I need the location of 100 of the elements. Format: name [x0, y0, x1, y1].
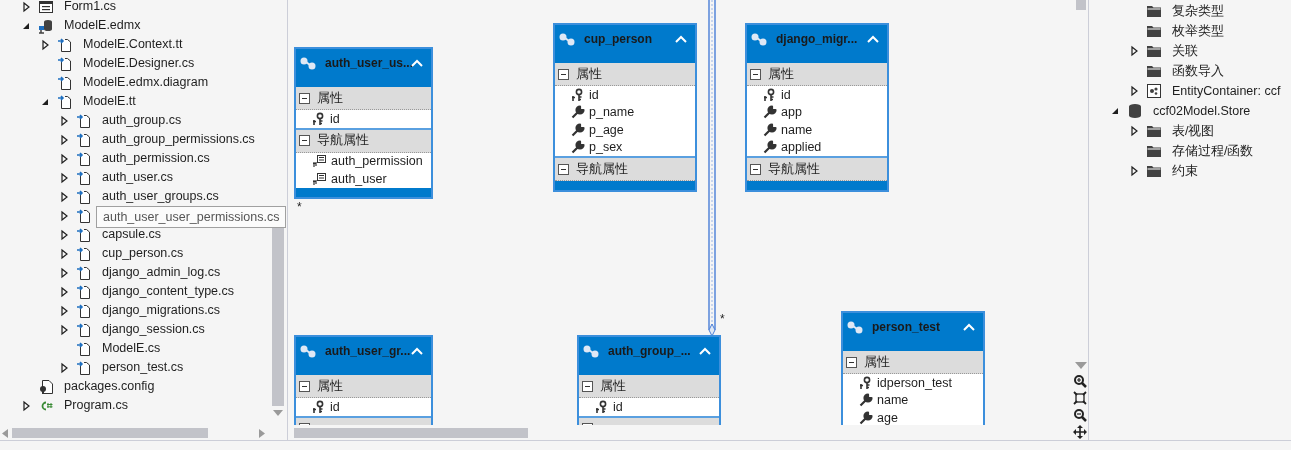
- property-name: id: [330, 399, 340, 414]
- caret-icon[interactable]: [58, 323, 70, 336]
- tree-item[interactable]: 复杂类型: [1172, 1, 1224, 21]
- collapse-icon[interactable]: [299, 92, 310, 104]
- tree-item[interactable]: django_session.cs: [102, 320, 205, 339]
- tree-item[interactable]: EntityContainer: ccf: [1172, 81, 1281, 101]
- tree-item[interactable]: packages.config: [64, 377, 155, 396]
- tree-item[interactable]: Form1.cs: [64, 0, 117, 16]
- section-header: 属性: [576, 65, 602, 83]
- tree-item[interactable]: django_migrations.cs: [102, 301, 221, 320]
- entity-title: auth_group_...: [608, 343, 692, 360]
- wrench-icon: [571, 105, 585, 120]
- caret-icon[interactable]: [58, 114, 70, 127]
- scrollbar-thumb[interactable]: [12, 428, 208, 438]
- caret-icon[interactable]: [1128, 85, 1140, 97]
- chevron-icon[interactable]: [963, 323, 975, 331]
- tree-item[interactable]: auth_permission.cs: [102, 149, 210, 168]
- folder-icon: [1146, 43, 1162, 59]
- caret-icon[interactable]: [58, 361, 70, 374]
- collapse-icon[interactable]: [558, 163, 569, 175]
- chevron-icon[interactable]: [867, 35, 879, 43]
- scroll-down-icon[interactable]: [273, 410, 283, 416]
- entity-box[interactable]: cup_person 属性 id p_name p_age p_sex 导航属性: [553, 23, 697, 192]
- tree-item[interactable]: auth_group.cs: [102, 111, 182, 130]
- caret-icon[interactable]: [20, 0, 32, 13]
- caret-icon[interactable]: [1128, 125, 1140, 137]
- tree-item[interactable]: ModelE.cs: [102, 339, 161, 358]
- chevron-icon[interactable]: [411, 347, 423, 355]
- container-icon: [1146, 83, 1162, 99]
- tree-item[interactable]: auth_group_permissions.cs: [102, 130, 255, 149]
- tree-item[interactable]: ModelE.tt: [83, 92, 136, 111]
- property-name: id: [330, 111, 340, 126]
- chevron-icon[interactable]: [675, 35, 687, 43]
- tree-item[interactable]: 枚举类型: [1172, 21, 1224, 41]
- key-icon: [312, 399, 326, 414]
- database-icon: [38, 17, 54, 34]
- collapse-icon[interactable]: [846, 356, 857, 368]
- scroll-right-icon[interactable]: [259, 429, 265, 438]
- caret-icon[interactable]: [1128, 165, 1140, 177]
- entity-title: auth_user_us...: [325, 55, 411, 72]
- entity-box[interactable]: auth_group_... 属性 id: [577, 335, 721, 425]
- property-name: name: [781, 122, 813, 137]
- tree-item[interactable]: ModelE.edmx.diagram: [83, 73, 209, 92]
- tree-item[interactable]: ModelE.Context.tt: [83, 35, 183, 54]
- caret-icon[interactable]: [58, 266, 70, 279]
- zoom-out-icon[interactable]: [1073, 408, 1087, 422]
- chevron-icon[interactable]: [411, 59, 423, 67]
- collapse-icon[interactable]: [750, 68, 761, 80]
- scrollbar-thumb[interactable]: [1076, 0, 1086, 10]
- caret-icon[interactable]: [58, 247, 70, 260]
- zoom-in-icon[interactable]: [1073, 374, 1087, 388]
- scrollbar-thumb[interactable]: [272, 228, 284, 406]
- fit-icon[interactable]: [1073, 391, 1087, 405]
- caret-icon[interactable]: [58, 133, 70, 146]
- tree-item[interactable]: capsule.cs: [102, 225, 162, 244]
- collapse-icon[interactable]: [558, 68, 569, 80]
- pan-icon[interactable]: [1073, 425, 1087, 439]
- file-icon: [76, 169, 92, 186]
- caret-icon[interactable]: [58, 285, 70, 298]
- tree-item[interactable]: django_content_type.cs: [102, 282, 235, 301]
- caret-icon[interactable]: [58, 228, 70, 241]
- entity-box[interactable]: auth_user_us... 属性 id 导航属性 auth_permission auth_user: [294, 47, 433, 199]
- tree-item[interactable]: auth_user_groups.cs: [102, 187, 219, 206]
- caret-icon[interactable]: [58, 152, 70, 165]
- tree-item[interactable]: ModelE.edmx: [64, 16, 141, 35]
- collapse-icon[interactable]: [582, 380, 593, 392]
- tree-item[interactable]: 函数导入: [1172, 61, 1224, 81]
- tree-item[interactable]: ccf02Model.Store: [1153, 101, 1251, 121]
- caret-icon[interactable]: [20, 399, 32, 412]
- caret-icon[interactable]: [58, 171, 70, 184]
- tree-item[interactable]: ModelE.Designer.cs: [83, 54, 195, 73]
- entity-box[interactable]: person_test 属性 idperson_test name age: [841, 311, 985, 425]
- entity-box[interactable]: django_migr... 属性 id app name applied 导航属性: [745, 23, 889, 192]
- caret-icon[interactable]: [1128, 45, 1140, 57]
- caret-icon[interactable]: [58, 304, 70, 317]
- property-name: auth_permission: [331, 154, 423, 169]
- scrollbar-thumb[interactable]: [294, 428, 528, 438]
- tree-item[interactable]: auth_user.cs: [102, 168, 173, 187]
- key-icon: [763, 87, 777, 102]
- caret-icon[interactable]: [39, 38, 51, 51]
- tree-item[interactable]: 约束: [1172, 161, 1198, 181]
- key-icon: [571, 87, 585, 102]
- tree-item[interactable]: 关联: [1172, 41, 1198, 61]
- tree-item[interactable]: 存储过程/函数: [1172, 141, 1254, 161]
- collapse-icon[interactable]: [299, 380, 310, 392]
- caret-icon[interactable]: [58, 190, 70, 203]
- collapse-icon[interactable]: [750, 163, 761, 175]
- tree-item[interactable]: Program.cs: [64, 396, 128, 415]
- tree-item[interactable]: person_test.cs: [102, 358, 184, 377]
- scroll-down-icon[interactable]: [1075, 362, 1087, 369]
- database-icon: [1127, 103, 1143, 119]
- entity-box[interactable]: auth_user_gr... 属性 id: [294, 335, 433, 425]
- scroll-left-icon[interactable]: [2, 429, 8, 438]
- collapse-icon[interactable]: [299, 135, 310, 146]
- tree-item[interactable]: django_admin_log.cs: [102, 263, 221, 282]
- folder-icon: [1146, 123, 1162, 139]
- caret-icon[interactable]: [58, 209, 70, 222]
- tree-item[interactable]: cup_person.cs: [102, 244, 184, 263]
- chevron-icon[interactable]: [699, 347, 711, 355]
- tree-item[interactable]: 表/视图: [1172, 121, 1215, 141]
